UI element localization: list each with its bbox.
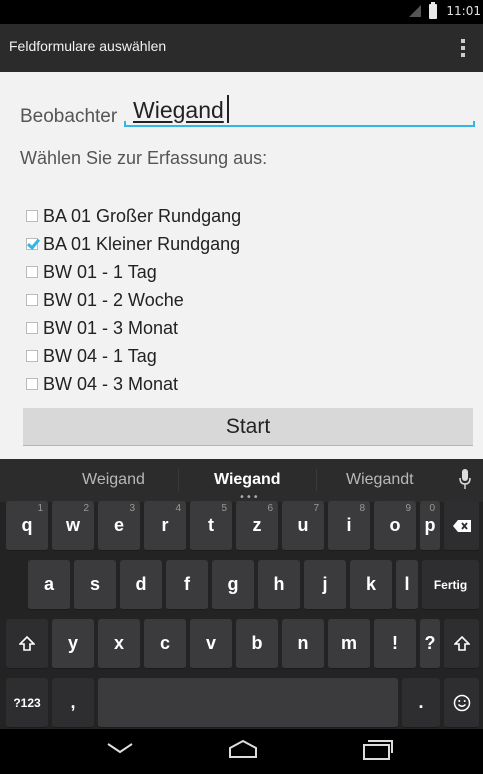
emoji-key[interactable] (444, 678, 479, 728)
shift-key-right[interactable] (444, 619, 479, 669)
checklist-item-label: BW 04 - 3 Monat (43, 373, 179, 394)
key-k[interactable]: k (350, 560, 392, 610)
key-m[interactable]: m (328, 619, 370, 669)
checklist-item[interactable]: BW 01 - 1 Tag (26, 258, 241, 286)
backspace-icon (452, 519, 471, 532)
signal-icon (409, 5, 421, 17)
observer-value[interactable]: Wiegand (133, 97, 224, 124)
key-i[interactable]: i8 (328, 501, 370, 551)
key-x[interactable]: x (98, 619, 140, 669)
space-key[interactable] (98, 678, 398, 728)
suggestion-bar: Weigand Wiegand ••• Wiegandt (0, 459, 483, 503)
selection-prompt: Wählen Sie zur Erfassung aus: (20, 148, 268, 168)
key-d[interactable]: d (120, 560, 162, 610)
home-icon[interactable] (228, 739, 258, 759)
emoji-icon (453, 694, 470, 711)
checklist-item[interactable]: BW 04 - 1 Tag (26, 342, 241, 370)
key-s[interactable]: s (74, 560, 116, 610)
symbols-key[interactable]: ?123 (6, 678, 48, 728)
shift-icon (453, 635, 470, 651)
key-u[interactable]: u7 (282, 501, 324, 551)
checkbox[interactable] (26, 266, 38, 278)
key-g[interactable]: g (212, 560, 254, 610)
form-content: Beobachter Wiegand Wählen Sie zur Erfass… (0, 72, 483, 459)
key-j[interactable]: j (304, 560, 346, 610)
form-checklist: BA 01 Großer Rundgang BA 01 Kleiner Rund… (26, 202, 241, 398)
navigation-bar (0, 729, 483, 774)
checkbox[interactable] (26, 294, 38, 306)
checklist-item-label: BW 04 - 1 Tag (43, 345, 157, 366)
checklist-item[interactable]: BA 01 Großer Rundgang (26, 202, 241, 230)
back-icon[interactable] (107, 742, 133, 754)
checkbox[interactable] (26, 210, 38, 222)
checklist-item-label: BW 01 - 1 Tag (43, 261, 157, 282)
key-f[interactable]: f (166, 560, 208, 610)
key-period[interactable]: . (402, 678, 440, 728)
battery-icon (429, 2, 437, 19)
observer-field-underline (124, 121, 475, 127)
key-o[interactable]: o9 (374, 501, 416, 551)
shift-icon (19, 635, 35, 651)
checklist-item[interactable]: BA 01 Kleiner Rundgang (26, 230, 241, 258)
suggestion-item-primary[interactable]: Wiegand (214, 471, 281, 489)
key-q[interactable]: q1 (6, 501, 48, 551)
clock: 11:01 (446, 4, 481, 18)
key-n[interactable]: n (282, 619, 324, 669)
mic-icon[interactable] (459, 469, 471, 491)
key-l[interactable]: l (396, 560, 418, 610)
done-key[interactable]: Fertig (422, 560, 479, 610)
checklist-item-label: BA 01 Großer Rundgang (43, 205, 242, 226)
shift-key-left[interactable] (6, 619, 48, 669)
checklist-item-label: BW 01 - 3 Monat (43, 317, 179, 338)
key-question[interactable]: ? (420, 619, 440, 669)
key-p[interactable]: p0 (420, 501, 440, 551)
suggestion-item[interactable]: Wiegandt (346, 471, 414, 489)
key-comma[interactable]: , (52, 678, 94, 728)
backspace-key[interactable] (444, 501, 479, 551)
checklist-item[interactable]: BW 01 - 2 Woche (26, 286, 241, 314)
checklist-item[interactable]: BW 01 - 3 Monat (26, 314, 241, 342)
key-w[interactable]: w2 (52, 501, 94, 551)
key-a[interactable]: a (28, 560, 70, 610)
key-z[interactable]: z6 (236, 501, 278, 551)
checkbox[interactable] (26, 322, 38, 334)
checkbox[interactable] (26, 378, 38, 390)
key-exclamation[interactable]: ! (374, 619, 416, 669)
observer-label: Beobachter (20, 106, 118, 127)
soft-keyboard: Weigand Wiegand ••• Wiegandt q1 w2 e3 r4… (0, 459, 483, 729)
checkbox[interactable] (26, 350, 38, 362)
android-screen: 11:01 Feldformulare auswählen Beobachter… (0, 0, 483, 774)
key-e[interactable]: e3 (98, 501, 140, 551)
status-bar: 11:01 (0, 0, 483, 24)
key-b[interactable]: b (236, 619, 278, 669)
checkbox-checked[interactable] (26, 238, 38, 250)
recent-apps-icon[interactable] (362, 737, 394, 761)
suggestion-divider (178, 469, 179, 491)
action-bar: Feldformulare auswählen (0, 24, 483, 72)
checklist-item-label: BW 01 - 2 Woche (43, 289, 184, 310)
key-y[interactable]: y (52, 619, 94, 669)
text-cursor (227, 95, 229, 123)
key-v[interactable]: v (190, 619, 232, 669)
key-c[interactable]: c (144, 619, 186, 669)
checklist-item-label: BA 01 Kleiner Rundgang (43, 233, 241, 254)
suggestion-item[interactable]: Weigand (82, 471, 145, 489)
page-title: Feldformulare auswählen (9, 38, 167, 54)
checklist-item[interactable]: BW 04 - 3 Monat (26, 370, 241, 398)
key-r[interactable]: r4 (144, 501, 186, 551)
suggestion-divider (316, 469, 317, 491)
key-t[interactable]: t5 (190, 501, 232, 551)
key-h[interactable]: h (258, 560, 300, 610)
start-button[interactable]: Start (23, 408, 473, 446)
overflow-menu-icon[interactable] (461, 39, 465, 57)
